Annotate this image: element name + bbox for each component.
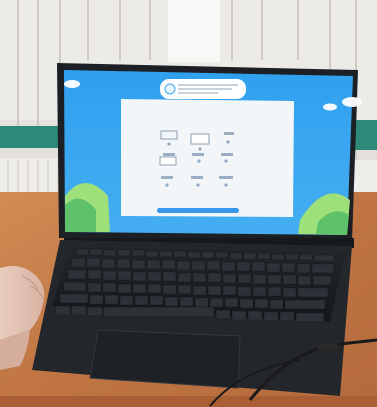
touchpad bbox=[89, 329, 241, 389]
input-box[interactable] bbox=[159, 156, 177, 166]
app-logo-icon bbox=[164, 83, 176, 95]
top-banner bbox=[160, 79, 246, 99]
input-box[interactable] bbox=[190, 133, 210, 145]
submit-button[interactable] bbox=[157, 208, 239, 213]
task-card bbox=[121, 99, 294, 217]
photo bbox=[0, 0, 377, 407]
